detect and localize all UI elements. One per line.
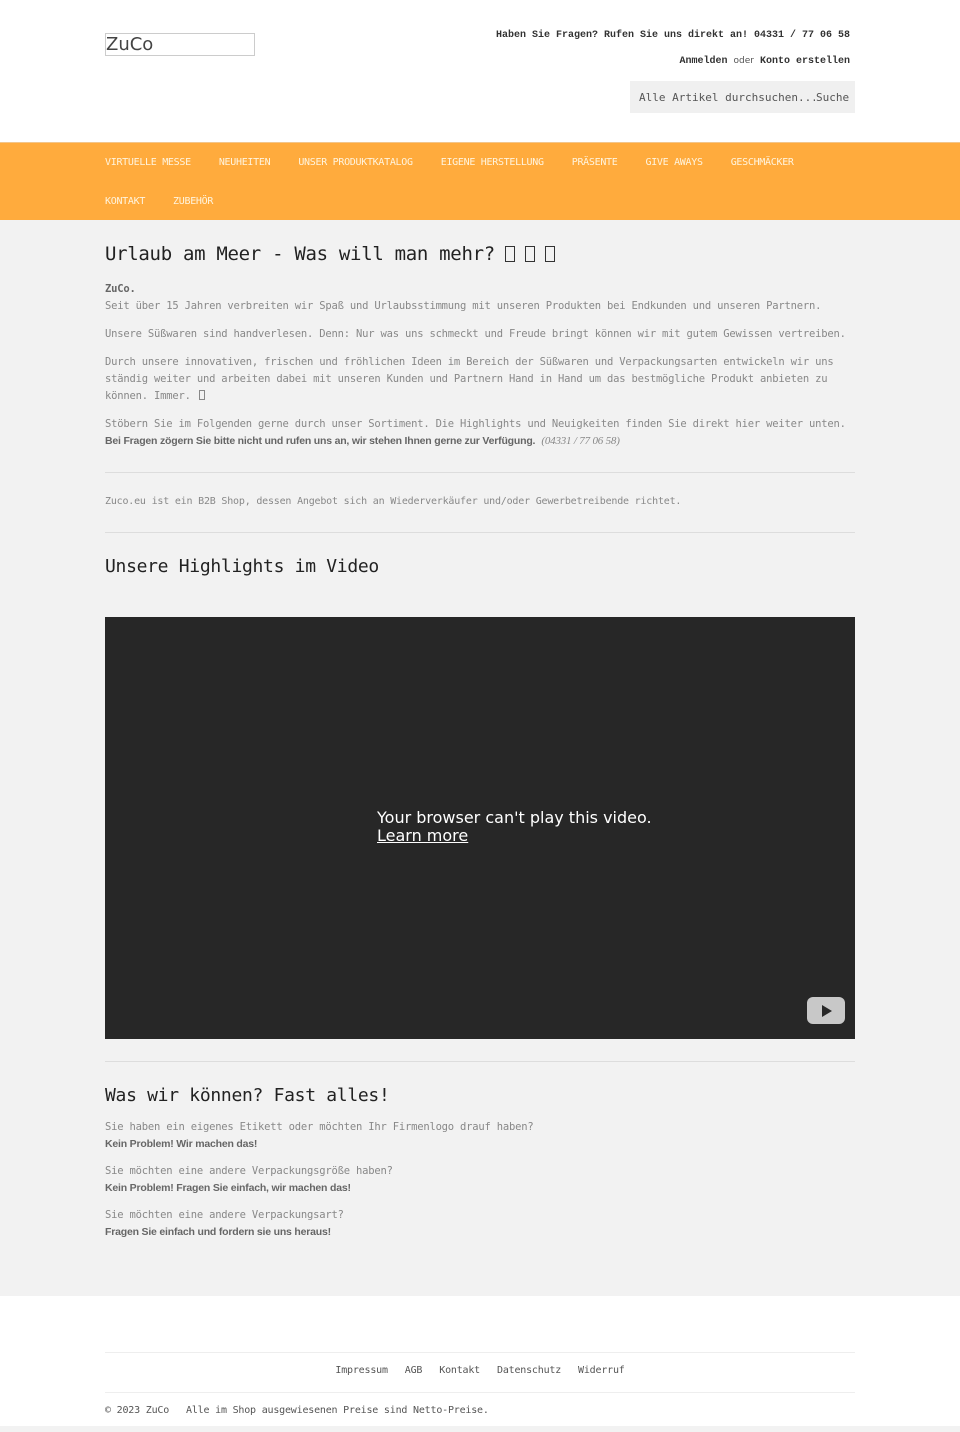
intro-text-1: Seit über 15 Jahren verbreiten wir Spaß … [105,300,822,312]
contact-invitation: Bei Fragen zögern Sie bitte nicht und ru… [105,435,536,447]
emoji-placeholder-icon [198,390,205,400]
footer-links: Impressum AGB Kontakt Datenschutz Widerr… [0,1365,960,1376]
play-icon [822,1004,832,1017]
nav-item-produktkatalog[interactable]: Unser Produktkatalog [298,157,413,168]
footer-link-agb[interactable]: AGB [405,1365,423,1376]
intro-title: Urlaub am Meer - Was will man mehr? [105,243,495,265]
hotline-text: Haben Sie Fragen? Rufen Sie uns direkt a… [495,30,850,41]
divider [105,532,855,533]
emoji-placeholder-icon [524,246,535,262]
price-note: Alle im Shop ausgewiesenen Preise sind N… [186,1405,489,1416]
capability-answer: Kein Problem! Fragen Sie einfach, wir ma… [105,1182,351,1194]
emoji-placeholder-icon [504,246,515,262]
video-player[interactable]: Your browser can't play this video. Lear… [105,617,855,1039]
nav-item-give-aways[interactable]: Give Aways [645,157,703,168]
nav-item-zubehoer[interactable]: Zubehör [173,196,213,207]
brand-name: ZuCo. [105,283,136,295]
search-input[interactable] [630,90,815,104]
intro-paragraph-3: Durch unsere innovativen, frischen und f… [105,354,855,405]
capability-item: Sie möchten eine andere Verpackungsgröße… [105,1163,855,1197]
search-button[interactable]: Suche [816,91,849,104]
emoji-placeholder-icon [544,246,555,262]
nav-row-2: Kontakt Zubehör [105,182,855,221]
capability-question: Sie möchten eine andere Verpackungsart? [105,1209,344,1221]
copyright-text: © 2023 ZuCo [105,1405,170,1416]
intro-text-3: Durch unsere innovativen, frischen und f… [105,356,834,402]
logo-text[interactable]: ZuCo [106,34,153,55]
nav-item-kontakt[interactable]: Kontakt [105,196,145,207]
learn-more-link[interactable]: Learn more [377,827,468,845]
nav-item-virtuelle-messe[interactable]: Virtuelle Messe [105,157,191,168]
search-bar: Suche [630,81,855,113]
b2b-notice: Zuco.eu ist ein B2B Shop, dessen Angebot… [105,496,682,507]
main-content: Urlaub am Meer - Was will man mehr? ZuCo… [0,243,960,1241]
footer-link-kontakt[interactable]: Kontakt [439,1365,480,1376]
capability-answer: Kein Problem! Wir machen das! [105,1138,258,1150]
nav-item-eigene-herstellung[interactable]: Eigene Herstellung [441,157,544,168]
video-error: Your browser can't play this video. Lear… [377,809,652,845]
intro-text-4: Stöbern Sie im Folgenden gerne durch uns… [105,418,846,430]
footer-link-datenschutz[interactable]: Datenschutz [497,1365,561,1376]
video-section-title: Unsere Highlights im Video [105,556,379,577]
contact-phone: (04331 / 77 06 58) [541,435,620,447]
intro-heading: Urlaub am Meer - Was will man mehr? [105,243,855,273]
nav-item-neuheiten[interactable]: Neuheiten [219,157,271,168]
intro-paragraph-1: ZuCo. Seit über 15 Jahren verbreiten wir… [105,281,855,315]
footer-divider [105,1392,855,1393]
divider [105,1061,855,1062]
logo[interactable]: ZuCo [105,33,255,56]
divider [105,472,855,473]
login-link[interactable]: Anmelden [679,56,727,67]
site-footer: Impressum AGB Kontakt Datenschutz Widerr… [0,1296,960,1426]
capability-question: Sie möchten eine andere Verpackungsgröße… [105,1165,393,1177]
main-nav: Virtuelle Messe Neuheiten Unser Produktk… [0,142,960,220]
footer-link-impressum[interactable]: Impressum [335,1365,388,1376]
intro-paragraph-4: Stöbern Sie im Folgenden gerne durch uns… [105,416,855,450]
intro-paragraph-2: Unsere Süßwaren sind handverlesen. Denn:… [105,328,846,340]
copyright-bar: © 2023 ZuCo Alle im Shop ausgewiesenen Pr… [105,1405,489,1416]
register-link[interactable]: Konto erstellen [760,56,850,67]
capability-item: Sie möchten eine andere Verpackungsart? … [105,1207,855,1241]
account-links: Anmelden oder Konto erstellen [679,56,850,67]
site-header: ZuCo Haben Sie Fragen? Rufen Sie uns dir… [0,0,960,142]
footer-link-widerruf[interactable]: Widerruf [578,1365,625,1376]
nav-item-geschmaecker[interactable]: Geschmäcker [731,157,794,168]
capability-item: Sie haben ein eigenes Etikett oder möcht… [105,1119,855,1153]
video-error-message: Your browser can't play this video. [377,808,652,827]
capability-answer: Fragen Sie einfach und fordern sie uns h… [105,1226,331,1238]
or-label: oder [733,56,754,66]
nav-item-praesente[interactable]: Präsente [572,157,618,168]
footer-divider [105,1352,855,1353]
nav-row-1: Virtuelle Messe Neuheiten Unser Produktk… [105,143,855,182]
youtube-play-button[interactable] [807,997,845,1024]
capabilities-title: Was wir können? Fast alles! [105,1085,390,1106]
capability-question: Sie haben ein eigenes Etikett oder möcht… [105,1121,534,1133]
